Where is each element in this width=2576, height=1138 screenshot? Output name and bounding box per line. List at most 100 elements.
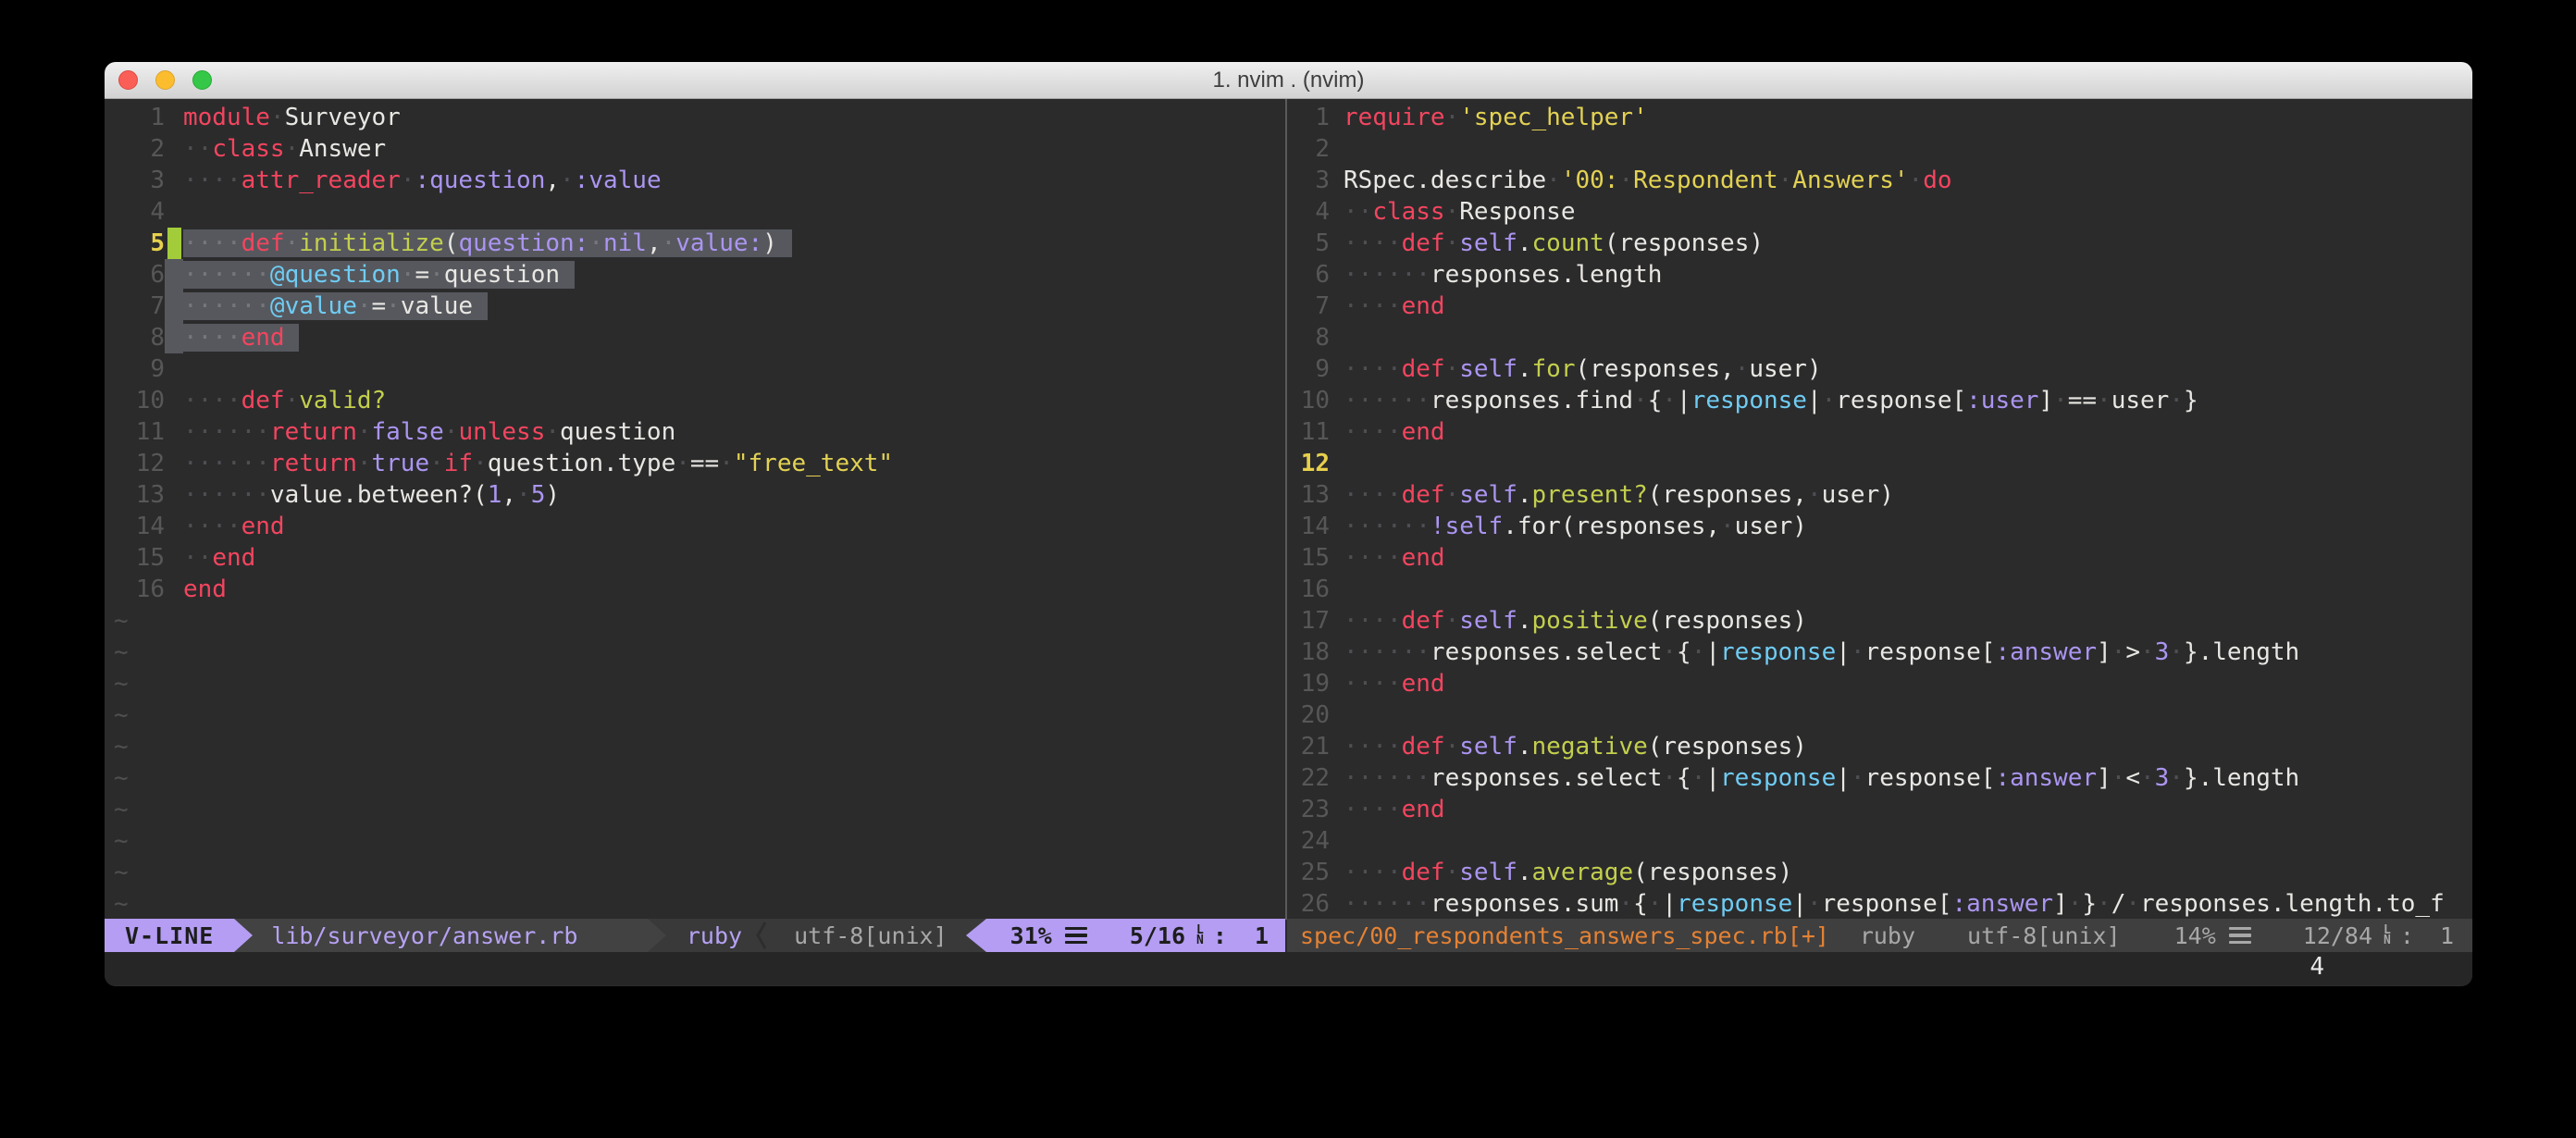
code-line[interactable]: 7····end (1287, 291, 2472, 322)
git-added-sign (165, 228, 183, 259)
code-line[interactable]: 1require·'spec_helper' (1287, 102, 2472, 133)
code-text: end (183, 574, 1285, 605)
code-line[interactable]: 6······@question·=·question (105, 259, 1285, 291)
code-line[interactable]: 24 (1287, 825, 2472, 857)
code-line[interactable]: 3RSpec.describe·'00:·Respondent·Answers'… (1287, 165, 2472, 196)
command-line[interactable]: 4 (105, 952, 2472, 985)
line-number: 1 (105, 102, 165, 133)
right-editor-pane[interactable]: 1require·'spec_helper'23RSpec.describe·'… (1287, 99, 2472, 952)
code-line[interactable]: 10······responses.find·{·|response|·resp… (1287, 385, 2472, 416)
code-line[interactable]: 18······responses.select·{·|response|·re… (1287, 637, 2472, 668)
code-line[interactable]: 13······value.between?(1,·5) (105, 479, 1285, 511)
chevron-left-icon (755, 919, 768, 952)
filler-line[interactable]: ~ (105, 857, 1285, 888)
filetype-label: ruby (1860, 922, 1915, 949)
code-line[interactable]: 1module·Surveyor (105, 102, 1285, 133)
code-line[interactable]: 2 ··class·Answer (105, 133, 1285, 165)
code-line[interactable]: 13····def·self.present?(responses,·user) (1287, 479, 2472, 511)
code-text: ····end (1330, 416, 2472, 448)
nvim-terminal: 1module·Surveyor2··class·Answer3····attr… (105, 99, 2472, 985)
cursor-position-segment: 31% 5/16 LN : 1 (986, 919, 1285, 952)
filler-line[interactable]: ~ (105, 825, 1285, 857)
code-line[interactable]: 5····def·self.count(responses) (1287, 228, 2472, 259)
code-line[interactable]: 16end (105, 574, 1285, 605)
code-line[interactable]: 15··end (105, 542, 1285, 574)
code-text: ····def·self.count(responses) (1330, 228, 2472, 259)
code-text (1330, 825, 2472, 857)
code-line[interactable]: 11······return·false·unless·question (105, 416, 1285, 448)
pending-command-count: 4 (2310, 953, 2324, 981)
line-number: 17 (1287, 605, 1330, 637)
sign-column (165, 385, 183, 416)
code-line[interactable]: 4 (105, 196, 1285, 228)
code-line[interactable]: 11····end (1287, 416, 2472, 448)
code-line[interactable]: 12······return·true·if·question.type·==·… (105, 448, 1285, 479)
code-line[interactable]: 10····def·valid? (105, 385, 1285, 416)
filler-line[interactable]: ~ (105, 794, 1285, 825)
code-line[interactable]: 20 (1287, 699, 2472, 731)
code-line[interactable]: 16 (1287, 574, 2472, 605)
sign-column (165, 291, 183, 322)
lines-icon (2229, 927, 2251, 945)
vim-mode-indicator: V-LINE (105, 919, 234, 952)
filler-line[interactable]: ~ (105, 668, 1285, 699)
filler-line[interactable]: ~ (105, 605, 1285, 637)
left-editor-pane[interactable]: 1module·Surveyor2 ··class·Answer3····attr… (105, 99, 1285, 952)
code-line[interactable]: 5····def·initialize(question:·nil,·value… (105, 228, 1285, 259)
code-line[interactable]: 25····def·self.average(responses) (1287, 857, 2472, 888)
code-line[interactable]: 2 (1287, 133, 2472, 165)
code-line[interactable]: 22······responses.select·{·|response|·re… (1287, 762, 2472, 794)
code-text: ··class·Response (1330, 196, 2472, 228)
code-line[interactable]: 8 (1287, 322, 2472, 353)
code-text: ······responses.find·{·|response|·respon… (1330, 385, 2472, 416)
code-line[interactable]: 4··class·Response (1287, 196, 2472, 228)
code-line[interactable]: 15····end (1287, 542, 2472, 574)
code-line[interactable]: 9····def·self.for(responses,·user) (1287, 353, 2472, 385)
filler-line[interactable]: ~ (105, 699, 1285, 731)
filler-line[interactable]: ~ (105, 731, 1285, 762)
sign-column (165, 542, 183, 574)
line-number: 2 (105, 133, 165, 165)
code-text (1330, 699, 2472, 731)
tilde-marker: ~ (105, 637, 129, 668)
code-text: ··class·Answer (183, 133, 1285, 165)
filler-line[interactable]: ~ (105, 762, 1285, 794)
filler-line[interactable]: ~ (105, 637, 1285, 668)
editor-splits: 1module·Surveyor2··class·Answer3····attr… (105, 99, 2472, 952)
code-line[interactable]: 23····end (1287, 794, 2472, 825)
code-line[interactable]: 14······!self.for(responses,·user) (1287, 511, 2472, 542)
line-number: 20 (1287, 699, 1330, 731)
inactive-file-path-modified: spec/00_respondents_answers_spec.rb[+] (1300, 922, 1829, 949)
line-number: 14 (1287, 511, 1330, 542)
code-text: ····def·self.average(responses) (1330, 857, 2472, 888)
code-text: ······responses.select·{·|response|·resp… (1330, 762, 2472, 794)
code-line[interactable]: 3····attr_reader·:question,·:value (105, 165, 1285, 196)
line-number: 12 (1287, 448, 1330, 479)
tilde-marker: ~ (105, 888, 129, 919)
code-line[interactable]: 8····end (105, 322, 1285, 353)
code-text: ······return·false·unless·question (183, 416, 1285, 448)
code-line[interactable]: 12 (1287, 448, 2472, 479)
code-line[interactable]: 6······responses.length (1287, 259, 2472, 291)
code-text (183, 196, 1285, 228)
left-editor-buffer[interactable]: 1module·Surveyor2 ··class·Answer3····attr… (105, 99, 1285, 919)
right-editor-buffer[interactable]: 1require·'spec_helper'23RSpec.describe·'… (1287, 99, 2472, 919)
window-titlebar[interactable]: 1. nvim . (nvim) (105, 62, 2472, 99)
code-line[interactable]: 17····def·self.positive(responses) (1287, 605, 2472, 637)
line-number: 1 (1287, 102, 1330, 133)
tilde-marker: ~ (105, 668, 129, 699)
code-text: ····def·initialize(question:·nil,·value:… (183, 228, 1285, 259)
line-number: 8 (1287, 322, 1330, 353)
sign-column (165, 259, 183, 291)
code-line[interactable]: 14····end (105, 511, 1285, 542)
code-line[interactable]: 7······@value·=·value (105, 291, 1285, 322)
code-line[interactable]: 21····def·self.negative(responses) (1287, 731, 2472, 762)
code-line[interactable]: 9 (105, 353, 1285, 385)
filler-line[interactable]: ~ (105, 888, 1285, 919)
code-line[interactable]: 26······responses.sum·{·|response|·respo… (1287, 888, 2472, 919)
tilde-marker: ~ (105, 825, 129, 857)
code-line[interactable]: 19····end (1287, 668, 2472, 699)
window-title: 1. nvim . (nvim) (105, 68, 2472, 93)
scroll-percent: 31% (1010, 922, 1052, 949)
line-number: 7 (1287, 291, 1330, 322)
